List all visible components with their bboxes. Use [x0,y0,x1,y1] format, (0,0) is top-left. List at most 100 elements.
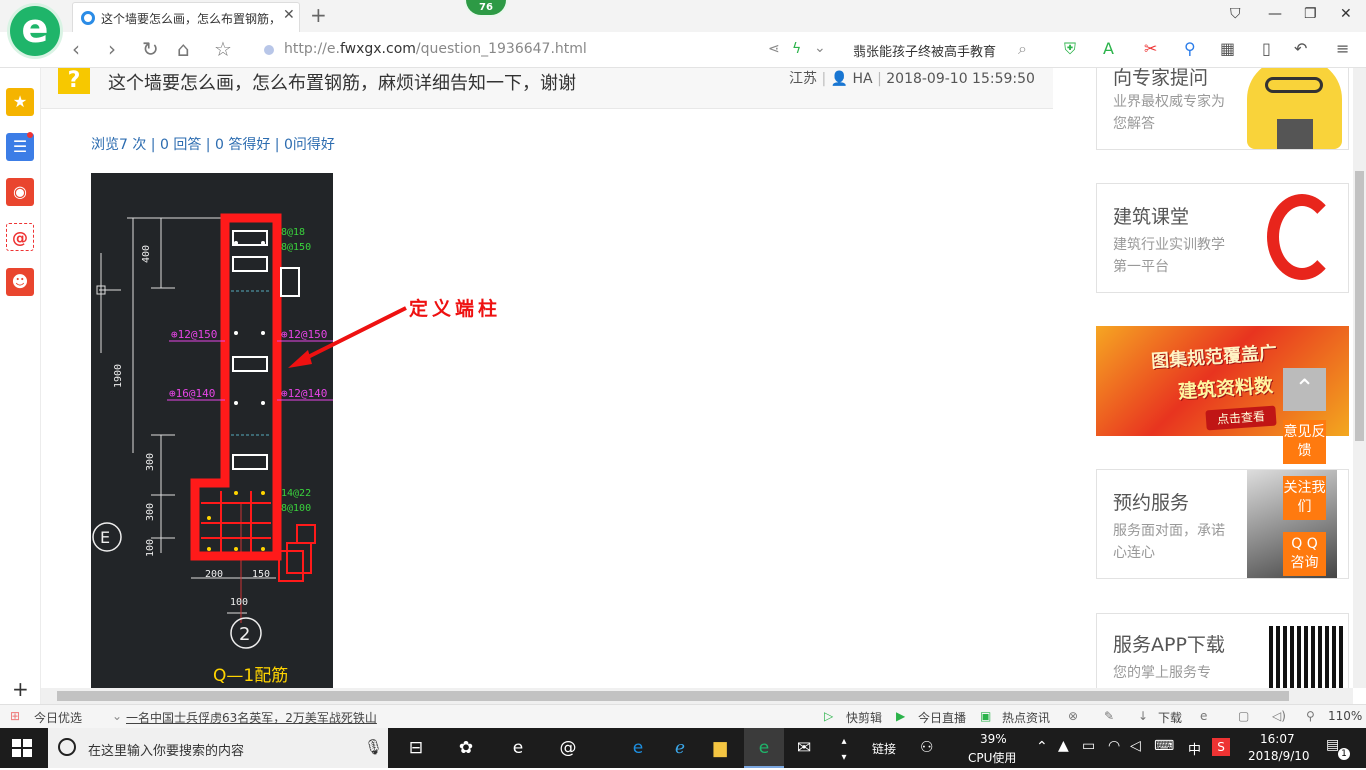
lightning-icon[interactable]: ϟ [792,41,801,57]
close-tab-icon[interactable]: ✕ [283,7,295,23]
favorites-star-icon[interactable]: ★ [6,88,34,116]
answers-count[interactable]: 0 回答 [160,137,201,153]
quick-clip-link[interactable]: 快剪辑 [846,709,882,726]
clock-time[interactable]: 16:07 [1260,732,1295,746]
weibo-icon[interactable]: ◉ [6,178,34,206]
windows-start-icon[interactable] [12,739,32,757]
swirl-app-icon[interactable]: @ [556,736,580,760]
speaker-icon[interactable]: ◁ [1130,738,1141,754]
maximize-button[interactable]: ❐ [1304,6,1317,22]
close-window-button[interactable]: ✕ [1340,6,1352,22]
window-icon[interactable]: ▢ [1238,709,1249,723]
score-badge[interactable]: 76 [464,0,508,17]
question-datetime: 2018-09-10 15:59:50 [886,71,1035,87]
apps-grid-icon[interactable]: ▦ [1220,39,1235,58]
zoom-icon[interactable]: ⚲ [1306,709,1315,723]
vertical-scrollbar[interactable] [1353,68,1366,688]
pin-icon[interactable]: ✎ [1104,709,1114,723]
scissors-icon[interactable]: ✂ [1144,39,1157,58]
active-browser-task[interactable]: e [744,728,784,768]
menu-icon[interactable]: ≡ [1336,39,1349,58]
qr-code-image [1269,626,1345,688]
add-sidebar-item-button[interactable]: + [12,677,29,701]
zoom-level[interactable]: 110% [1328,709,1362,723]
download-link[interactable]: 下载 [1158,709,1182,726]
minimize-button[interactable]: — [1268,6,1282,22]
forward-button[interactable]: › [108,37,116,61]
scroll-down-icon[interactable]: ▾ [832,746,856,770]
undo-icon[interactable]: ↶ [1294,39,1307,58]
microphone-icon[interactable]: 🎙 [364,738,383,756]
site-info-icon[interactable] [264,45,274,55]
sogou-ime-icon[interactable]: S [1212,738,1230,756]
cad-drawing-image[interactable]: 400 1900 300 300 100 200 150 100 8@18 8@… [91,173,333,688]
classroom-card[interactable]: 建筑课堂 建筑行业实训教学第一平台 [1096,183,1349,293]
speed-icon[interactable]: ⊗ [1068,709,1078,723]
mail-icon[interactable]: ✉ [792,736,816,760]
file-explorer-icon[interactable]: ▆ [708,736,732,760]
magnifier-icon[interactable]: ⚲ [1184,39,1196,58]
task-view-icon[interactable]: ⊟ [404,736,428,760]
news-ticker[interactable]: 一名中国士兵俘虏63名英军，2万美军战死铁山 [126,709,377,726]
follow-us-button[interactable]: 关注我们 [1283,476,1326,520]
shield-icon[interactable]: ⛨ [1064,39,1076,59]
edge-blue-icon[interactable]: e [626,736,650,760]
dim-label: 300 [145,453,156,471]
url-text[interactable]: http://e.fwxgx.com/question_1936647.html [284,41,587,57]
browser-tab[interactable]: 这个墙要怎么画，怎么布置钢筋， [72,2,300,32]
search-suggestion[interactable]: 翡张能孩子终被高手教育 [853,41,996,60]
good-questions-count[interactable]: 0问得好 [284,137,335,153]
browser-ie-icon[interactable]: e [1200,709,1207,723]
game-controller-icon[interactable]: ☻ [6,268,34,296]
translate-icon[interactable]: A [1103,39,1114,58]
booking-title: 预约服务 [1113,492,1190,514]
chevron-down-icon[interactable]: ⌄ [814,40,826,56]
wifi-icon[interactable]: ◠ [1108,738,1120,754]
qq-consult-button[interactable]: Q Q 咨询 [1283,532,1326,576]
home-button[interactable]: ⌂ [177,37,190,61]
feedback-button[interactable]: 意见反馈 [1283,420,1326,464]
app-subtitle: 您的掌上服务专 [1113,665,1211,681]
browser-logo-icon[interactable]: e [10,6,60,56]
edge-browser-icon[interactable]: e [506,736,530,760]
shirt-skin-icon[interactable]: ⛉ [1230,6,1241,22]
horizontal-scrollbar[interactable] [41,688,1353,704]
search-icon[interactable]: ⌕ [1018,39,1027,59]
email-at-icon[interactable]: @ [6,223,34,251]
hot-news-link[interactable]: 热点资讯 [1002,709,1050,726]
today-picks[interactable]: 今日优选 [34,709,82,726]
refresh-button[interactable]: ↻ [142,37,159,61]
good-answers-count[interactable]: 0 答得好 [215,137,270,153]
expert-card[interactable]: 向专家提问 业界最权威专家为您解答 [1096,68,1349,150]
volume-icon[interactable]: ◁) [1272,709,1286,723]
action-center-icon[interactable]: ▤ [1326,737,1339,753]
share-icon[interactable]: ⋖ [768,41,780,57]
battery-icon[interactable]: ▭ [1082,738,1095,754]
vertical-scroll-thumb[interactable] [1355,171,1364,441]
clock-date[interactable]: 2018/9/10 [1248,749,1310,763]
back-button[interactable]: ‹ [72,37,80,61]
people-icon[interactable]: ⚇ [920,738,933,756]
favorite-star-button[interactable]: ☆ [214,37,232,61]
keyboard-icon[interactable]: ⌨ [1154,738,1174,754]
new-tab-button[interactable]: + [310,3,327,27]
classroom-title: 建筑课堂 [1113,206,1190,228]
taskbar-search-box[interactable]: 在这里输入你要搜索的内容 🎙 [48,728,388,768]
chevron-up-icon[interactable]: ⌃ [1036,739,1048,755]
pinwheel-app-icon[interactable]: ✿ [454,736,478,760]
question-location[interactable]: 江苏 [789,71,817,87]
promo-cta[interactable]: 点击查看 [1205,405,1277,431]
question-user[interactable]: HA [853,71,873,87]
notification-bell-icon[interactable]: ▲ [1058,738,1069,754]
chevron-down-icon: ⌄ [112,709,123,723]
links-toolbar[interactable]: 链接 [872,740,896,757]
reader-mode-icon[interactable]: ▯ [1262,39,1271,58]
ime-indicator[interactable]: 中 [1188,739,1201,758]
live-link[interactable]: 今日直播 [918,709,966,726]
back-to-top-button[interactable]: ⌃ [1283,368,1326,411]
horizontal-scroll-thumb[interactable] [57,691,1289,701]
app-download-card[interactable]: 服务APP下载 您的掌上服务专 [1096,613,1349,688]
internet-explorer-icon[interactable]: ℯ [668,736,692,760]
cortana-circle-icon[interactable] [58,738,76,756]
views-count[interactable]: 浏览7 次 [91,137,146,153]
